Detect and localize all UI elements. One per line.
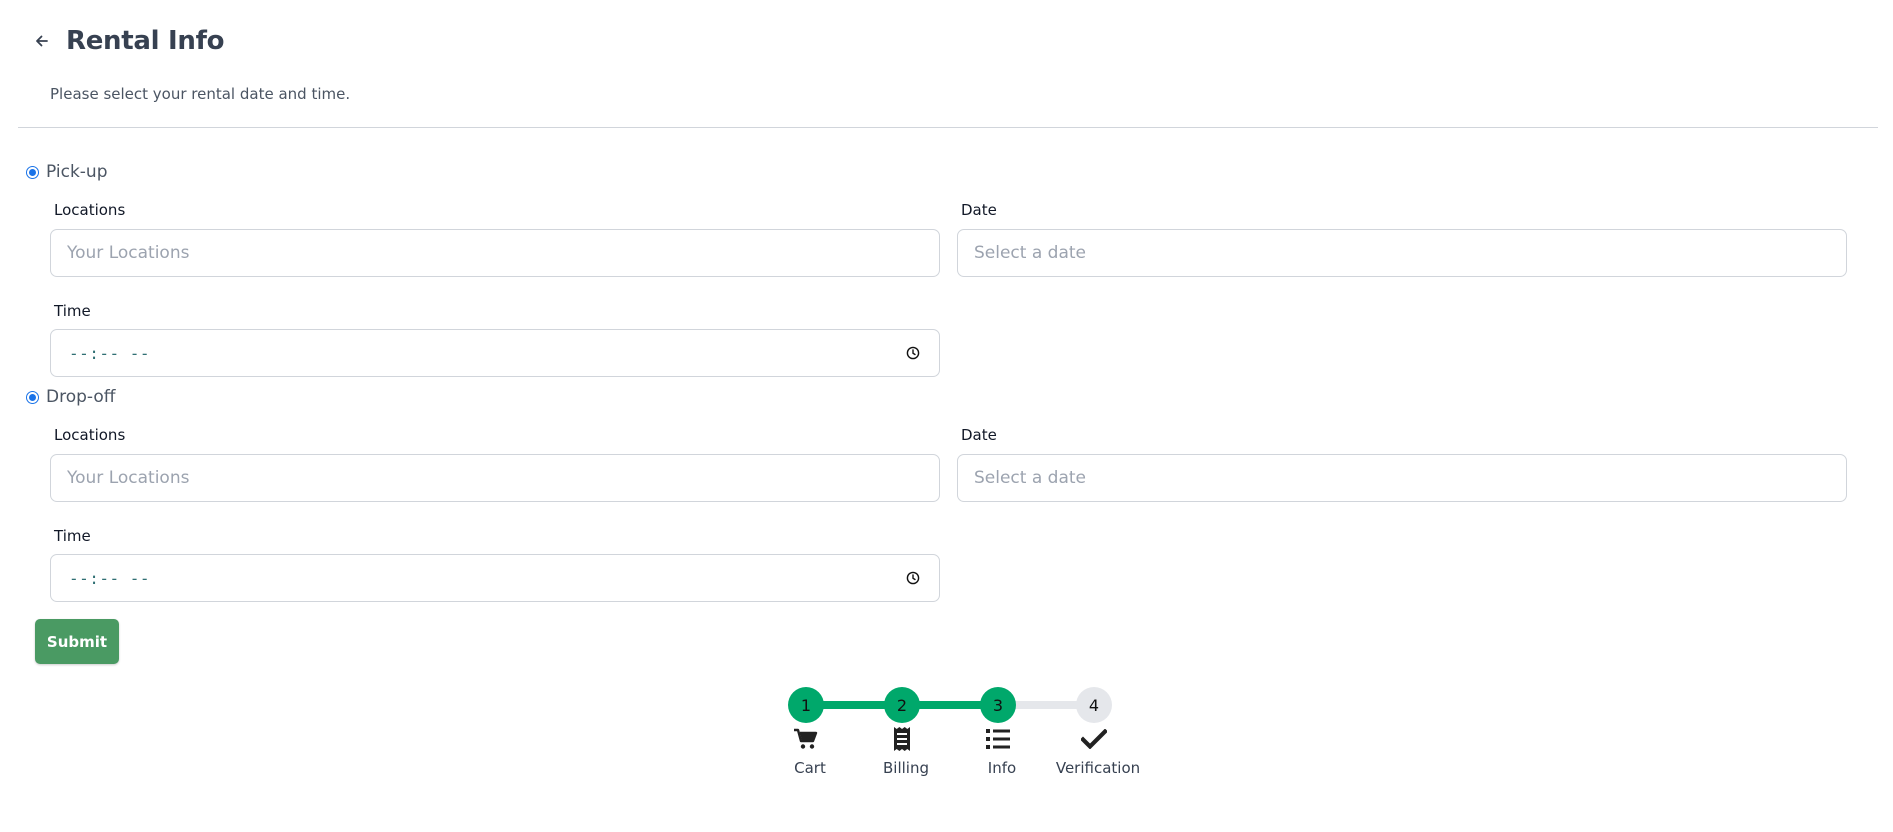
- pickup-date-input[interactable]: [957, 229, 1847, 277]
- arrow-left-icon: [36, 35, 48, 47]
- dropoff-time-value: --:-- --: [69, 568, 151, 588]
- radio-selected-dot: [29, 168, 36, 176]
- submit-button[interactable]: Submit: [35, 619, 119, 664]
- back-button[interactable]: [30, 29, 54, 53]
- clock-icon[interactable]: [905, 345, 921, 361]
- dropoff-radio[interactable]: [26, 390, 39, 404]
- page-title: Rental Info: [66, 26, 225, 56]
- step-label-cart: Cart: [794, 759, 826, 777]
- dropoff-time-input[interactable]: --:-- --: [50, 554, 940, 602]
- page-subtitle: Please select your rental date and time.: [50, 85, 351, 103]
- pickup-locations-input[interactable]: [50, 229, 940, 277]
- cart-icon: [786, 725, 826, 753]
- radio-selected-dot: [29, 393, 36, 401]
- step-2-circle: 2: [884, 687, 920, 723]
- list-icon: [978, 725, 1018, 753]
- dropoff-option[interactable]: Drop-off: [26, 387, 115, 407]
- pickup-radio[interactable]: [26, 165, 39, 179]
- pickup-date-label: Date: [961, 201, 997, 219]
- clock-icon[interactable]: [905, 570, 921, 586]
- pickup-time-value: --:-- --: [69, 343, 151, 363]
- dropoff-date-input[interactable]: [957, 454, 1847, 502]
- receipt-icon: [882, 725, 922, 753]
- step-1-circle: 1: [788, 687, 824, 723]
- step-label-info: Info: [987, 759, 1017, 777]
- pickup-time-label: Time: [54, 302, 91, 320]
- rental-info-page: Rental Info Please select your rental da…: [0, 0, 1893, 832]
- step-label-billing: Billing: [883, 759, 929, 777]
- check-icon: [1074, 725, 1114, 753]
- step-label-verification: Verification: [1055, 759, 1141, 777]
- dropoff-time-label: Time: [54, 527, 91, 545]
- pickup-label: Pick-up: [46, 162, 108, 182]
- step-4-circle: 4: [1076, 687, 1112, 723]
- divider: [18, 127, 1878, 128]
- page-header: Rental Info: [30, 26, 224, 56]
- pickup-option[interactable]: Pick-up: [26, 162, 108, 182]
- dropoff-date-label: Date: [961, 426, 997, 444]
- pickup-time-input[interactable]: --:-- --: [50, 329, 940, 377]
- dropoff-locations-label: Locations: [54, 426, 126, 444]
- step-3-circle: 3: [980, 687, 1016, 723]
- dropoff-label: Drop-off: [46, 387, 116, 407]
- pickup-locations-label: Locations: [54, 201, 126, 219]
- dropoff-locations-input[interactable]: [50, 454, 940, 502]
- checkout-stepper: 1 2 3 4 Cart Billing Info Verification: [770, 683, 1170, 783]
